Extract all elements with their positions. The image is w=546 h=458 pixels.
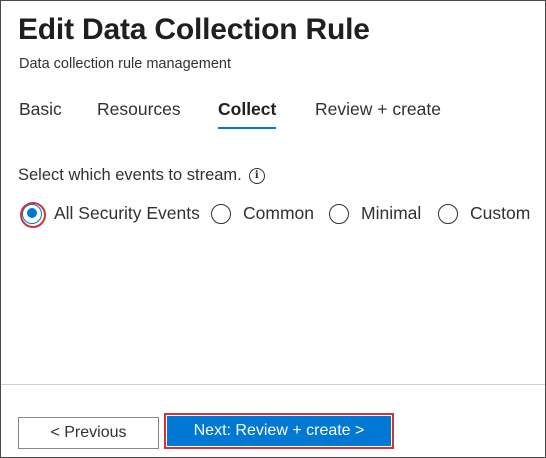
- events-prompt: Select which events to stream. i: [18, 166, 265, 185]
- page-title: Edit Data Collection Rule: [18, 13, 370, 46]
- page-subtitle: Data collection rule management: [19, 56, 231, 72]
- highlight-ring: [20, 201, 46, 228]
- radio-button[interactable]: [329, 203, 349, 224]
- radio-label: Minimal: [361, 203, 422, 223]
- tab-collect[interactable]: Collect: [218, 99, 277, 130]
- next-review-create-button[interactable]: Next: Review + create >: [167, 416, 391, 446]
- radio-label: Custom: [470, 203, 531, 223]
- events-prompt-label: Select which events to stream.: [18, 166, 242, 184]
- dialog-frame: Edit Data Collection Rule Data collectio…: [0, 0, 546, 458]
- radio-label: Common: [243, 203, 314, 223]
- previous-button[interactable]: < Previous: [18, 417, 159, 449]
- radio-button[interactable]: [211, 203, 231, 224]
- tab-review-create[interactable]: Review + create: [315, 99, 441, 130]
- next-button-highlight: Next: Review + create >: [164, 413, 394, 449]
- tab-resources[interactable]: Resources: [97, 99, 181, 130]
- footer-divider: [1, 384, 545, 385]
- info-icon[interactable]: i: [248, 167, 265, 184]
- radio-button-checked[interactable]: [20, 201, 46, 228]
- tab-basic[interactable]: Basic: [19, 99, 62, 130]
- radio-all-security-events[interactable]: All Security Events: [20, 201, 200, 228]
- radio-common[interactable]: Common: [211, 203, 314, 224]
- radio-custom[interactable]: Custom: [438, 203, 530, 224]
- tab-bar: Basic Resources Collect Review + create: [1, 99, 545, 139]
- radio-minimal[interactable]: Minimal: [329, 203, 421, 224]
- radio-label: All Security Events: [54, 203, 200, 223]
- radio-button[interactable]: [438, 203, 458, 224]
